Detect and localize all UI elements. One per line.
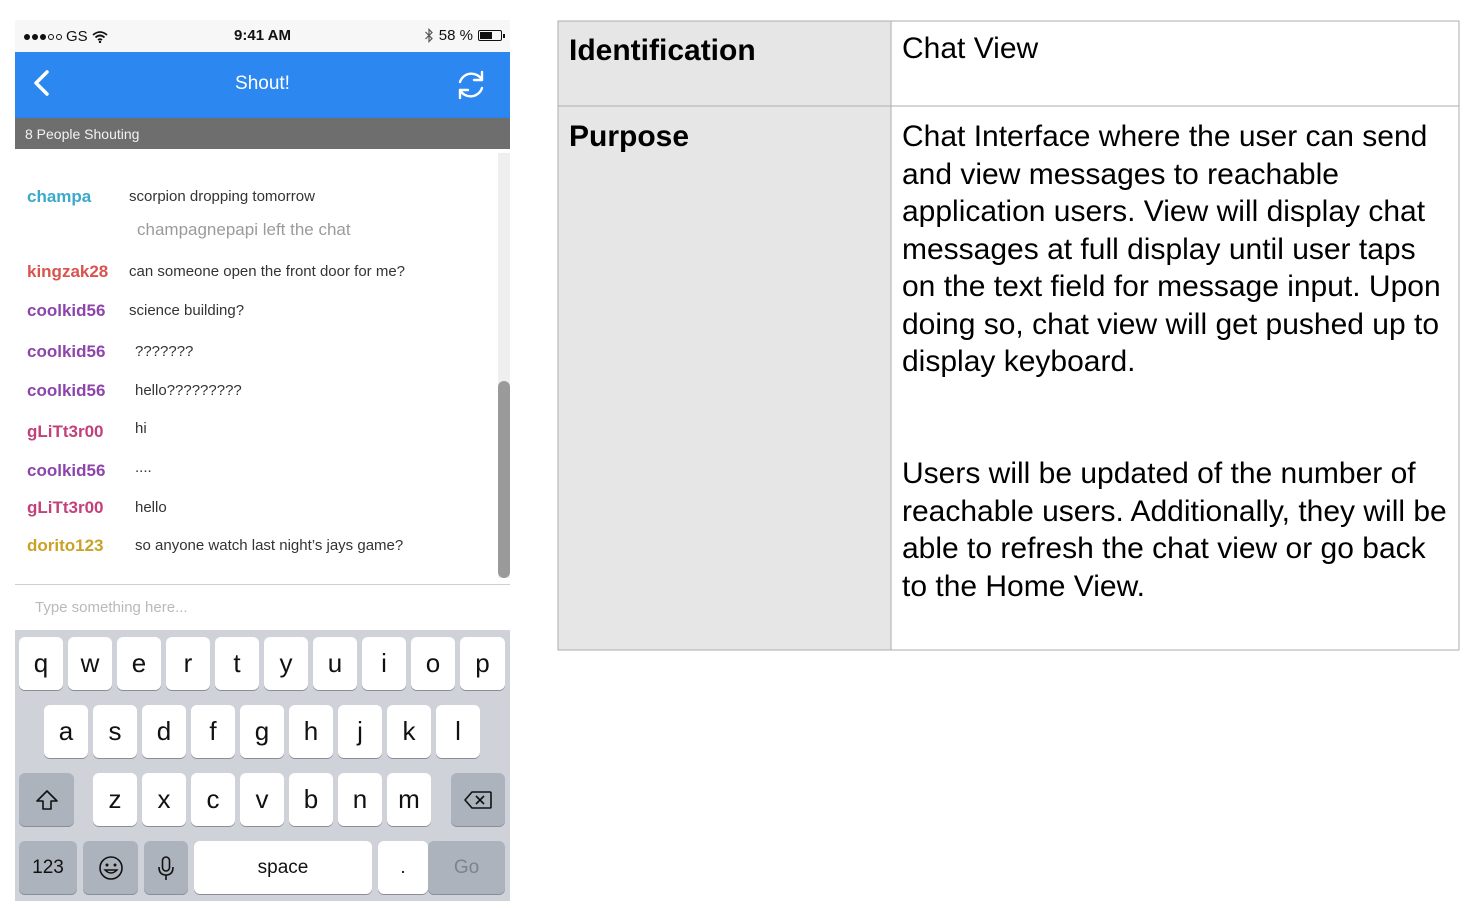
people-count-bar: 8 People Shouting (15, 118, 510, 149)
people-count-label: 8 People Shouting (25, 126, 140, 142)
message-username[interactable]: gLiTt3r00 (27, 498, 104, 518)
key-b[interactable]: b (289, 773, 333, 826)
row-value-purpose-paragraph: Users will be updated of the number of r… (902, 457, 1447, 603)
key-f[interactable]: f (191, 705, 235, 758)
chat-message: kingzak28 can someone open the front doo… (15, 260, 495, 284)
message-username[interactable]: coolkid56 (27, 461, 105, 481)
message-text: .... (135, 459, 152, 476)
key-p[interactable]: p (460, 637, 505, 690)
battery-fill (480, 32, 492, 39)
key-s[interactable]: s (93, 705, 137, 758)
message-input-area (15, 585, 510, 630)
battery-icon (478, 30, 505, 41)
label-column-fill (558, 21, 891, 650)
emoji-key[interactable] (83, 841, 138, 894)
chat-message: gLiTt3r00 hello (15, 496, 495, 520)
message-username[interactable]: coolkid56 (27, 342, 105, 362)
scrollbar-thumb[interactable] (498, 381, 510, 578)
bluetooth-icon (424, 28, 433, 43)
key-q[interactable]: q (19, 637, 63, 690)
message-text: hi (135, 420, 147, 437)
chat-message: dorito123 so anyone watch last night’s j… (15, 534, 495, 558)
row-value-identification: Chat View (902, 32, 1039, 65)
row-value-purpose-paragraph: Chat Interface where the user can send a… (902, 120, 1441, 378)
message-username[interactable]: gLiTt3r00 (27, 422, 104, 442)
delete-icon (464, 790, 492, 809)
status-bar: GS 9:41 AM 58 % (15, 20, 510, 52)
numbers-key[interactable]: 123 (19, 841, 77, 894)
key-a[interactable]: a (44, 705, 88, 758)
chat-message: coolkid56 hello????????? (15, 379, 495, 403)
nav-bar: Shout! (15, 52, 510, 118)
key-i[interactable]: i (362, 637, 406, 690)
key-e[interactable]: e (117, 637, 161, 690)
row-label-purpose: Purpose (569, 120, 690, 153)
refresh-icon[interactable] (454, 68, 488, 102)
chat-message-list[interactable]: champa scorpion dropping tomorrow champa… (15, 149, 510, 584)
chat-message: coolkid56 ??????? (15, 340, 495, 364)
key-t[interactable]: t (215, 637, 259, 690)
delete-key[interactable] (451, 773, 505, 826)
microphone-icon (158, 855, 174, 880)
key-z[interactable]: z (93, 773, 137, 826)
message-username[interactable]: coolkid56 (27, 381, 105, 401)
microphone-key[interactable] (144, 841, 188, 894)
chat-message: coolkid56 science building? (15, 299, 495, 323)
shift-key[interactable] (19, 773, 74, 826)
key-y[interactable]: y (264, 637, 308, 690)
message-username[interactable]: dorito123 (27, 536, 104, 556)
message-text: so anyone watch last night’s jays game? (135, 537, 404, 554)
key-n[interactable]: n (338, 773, 382, 826)
nav-title: Shout! (235, 73, 290, 94)
message-text: ??????? (135, 343, 194, 360)
key-l[interactable]: l (436, 705, 480, 758)
keyboard: q w e r t y u i o p a s d f g h j k l z … (15, 630, 510, 901)
chat-message: gLiTt3r00 hi (15, 420, 495, 444)
chat-scrollbar[interactable] (498, 153, 510, 578)
key-x[interactable]: x (142, 773, 186, 826)
message-text: science building? (129, 302, 245, 319)
message-username[interactable]: coolkid56 (27, 301, 105, 321)
message-text: can someone open the front door for me? (129, 263, 406, 280)
key-g[interactable]: g (240, 705, 284, 758)
key-m[interactable]: m (387, 773, 431, 826)
message-input[interactable] (29, 593, 501, 621)
period-key[interactable]: . (378, 841, 428, 894)
battery-percent: 58 % (438, 27, 473, 44)
key-k[interactable]: k (387, 705, 431, 758)
go-key[interactable]: Go (428, 841, 505, 894)
shift-icon (35, 789, 58, 810)
key-v[interactable]: v (240, 773, 284, 826)
message-text: scorpion dropping tomorrow (129, 188, 315, 205)
emoji-icon (98, 855, 123, 880)
chat-message: coolkid56 .... (15, 459, 495, 483)
message-username[interactable]: kingzak28 (27, 262, 108, 282)
message-text: hello (135, 499, 167, 516)
key-u[interactable]: u (313, 637, 357, 690)
key-o[interactable]: o (411, 637, 455, 690)
status-right: 58 % (424, 27, 505, 44)
message-text: hello????????? (135, 382, 242, 399)
system-message: champagnepapi left the chat (137, 220, 351, 239)
key-w[interactable]: w (68, 637, 112, 690)
key-r[interactable]: r (166, 637, 210, 690)
phone-screenshot: GS 9:41 AM 58 % Shout! 8 People Shouting… (15, 20, 510, 901)
chat-message: champa scorpion dropping tomorrow (15, 185, 495, 209)
message-username[interactable]: champa (27, 187, 91, 207)
space-key[interactable]: space (194, 841, 372, 894)
key-j[interactable]: j (338, 705, 382, 758)
key-c[interactable]: c (191, 773, 235, 826)
key-d[interactable]: d (142, 705, 186, 758)
key-h[interactable]: h (289, 705, 333, 758)
row-label-identification: Identification (569, 34, 756, 67)
